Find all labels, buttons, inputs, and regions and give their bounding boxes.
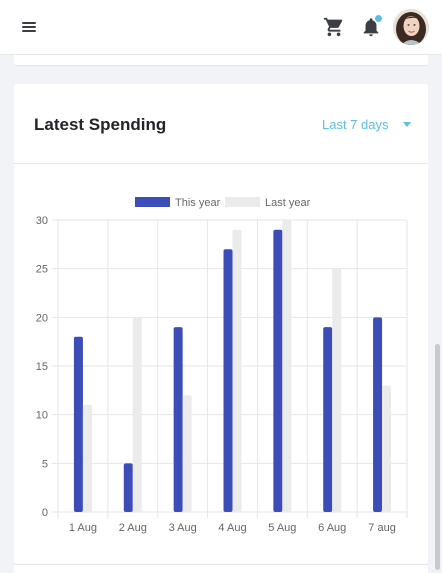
card-title: Latest Spending — [34, 115, 167, 134]
legend-label-last-year: Last year — [265, 197, 311, 209]
y-tick-label: 15 — [36, 361, 48, 373]
legend-swatch-this-year — [135, 197, 170, 207]
y-tick-label: 5 — [42, 458, 48, 470]
card-header: Latest Spending Last 7 days — [14, 84, 428, 164]
bar-this-year — [323, 327, 333, 512]
bar-this-year — [223, 249, 233, 512]
shopping-cart-icon[interactable] — [323, 16, 345, 38]
x-tick-label: 6 Aug — [318, 522, 346, 534]
bar-this-year — [373, 317, 383, 512]
bar-last-year — [382, 385, 392, 512]
x-tick-label: 2 Aug — [119, 522, 147, 534]
y-tick-label: 10 — [36, 410, 48, 422]
bar-last-year — [82, 404, 92, 512]
next-card-top — [14, 564, 428, 573]
bar-last-year — [132, 317, 142, 512]
spending-chart: 0 5 10 15 20 25 30 1 Aug 2 Aug 3 Aug 4 Aug 5 Aug 6 A… — [14, 184, 428, 546]
hamburger-menu-icon[interactable] — [20, 19, 40, 35]
y-tick-label: 25 — [36, 264, 48, 276]
period-dropdown-label: Last 7 days — [322, 117, 389, 132]
y-tick-label: 30 — [36, 215, 48, 227]
bar-this-year — [73, 336, 83, 512]
previous-card-bottom — [14, 55, 428, 66]
legend-label-this-year: This year — [175, 197, 221, 209]
bar-last-year — [182, 395, 192, 512]
bar-last-year — [332, 268, 342, 512]
y-tick-label: 20 — [36, 312, 48, 324]
bar-this-year — [273, 229, 283, 512]
x-tick-label: 5 Aug — [268, 522, 296, 534]
bar-last-year — [282, 220, 292, 512]
x-tick-label: 4 Aug — [218, 522, 246, 534]
legend-swatch-last-year — [225, 197, 260, 207]
x-tick-label: 3 Aug — [169, 522, 197, 534]
scrollbar-thumb[interactable] — [435, 344, 440, 570]
spending-bar-chart: 0 5 10 15 20 25 30 1 Aug 2 Aug 3 Aug 4 Aug 5 Aug 6 A… — [36, 197, 408, 534]
bar-this-year — [173, 327, 183, 512]
x-tick-label: 7 aug — [368, 522, 396, 534]
bar-this-year — [123, 463, 133, 512]
notification-bell-icon[interactable] — [360, 15, 382, 38]
x-tick-label: 1 Aug — [69, 522, 97, 534]
period-dropdown[interactable]: Last 7 days — [322, 117, 411, 132]
chevron-down-icon — [402, 122, 411, 127]
bar-last-year — [232, 229, 242, 512]
top-navbar — [0, 0, 442, 55]
notification-badge-dot — [375, 15, 382, 22]
user-avatar[interactable] — [393, 9, 429, 45]
latest-spending-card: Latest Spending Last 7 days 0 5 10 15 20 25 30… — [14, 84, 428, 564]
y-tick-label: 0 — [42, 507, 48, 519]
